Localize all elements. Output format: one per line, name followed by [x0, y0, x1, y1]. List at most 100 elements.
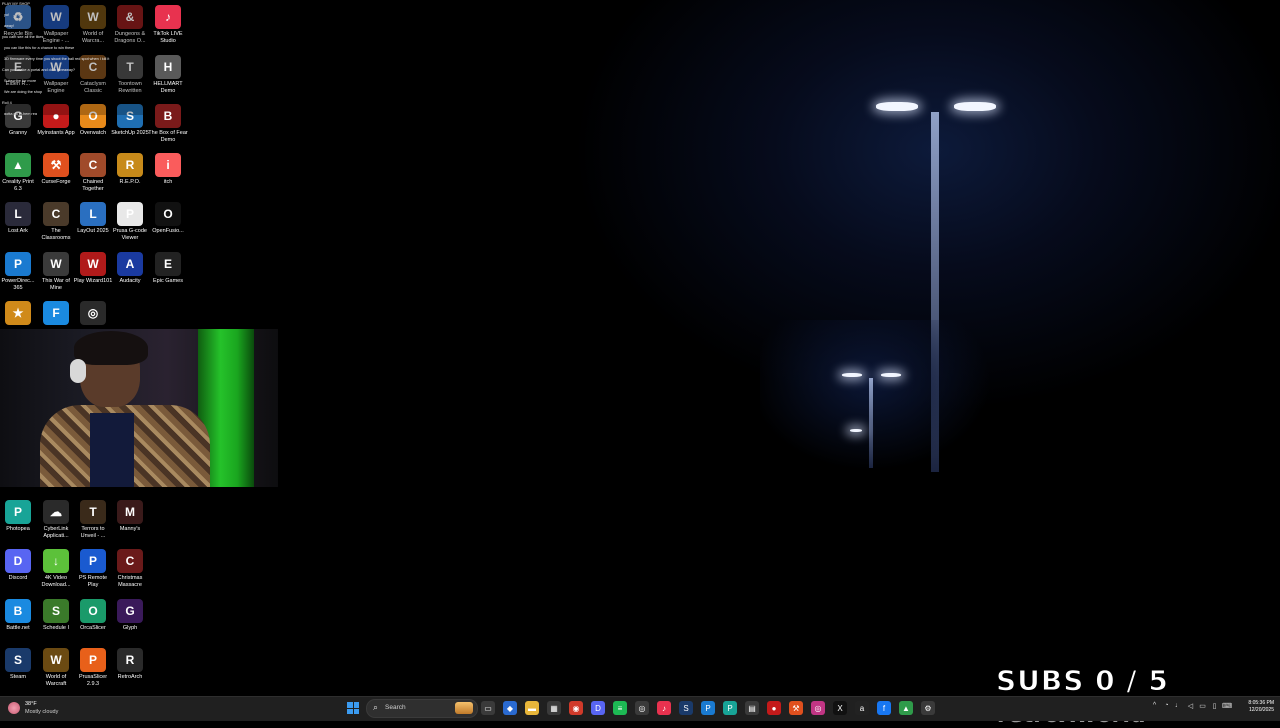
desktop-icon-label: Overwatch — [79, 130, 107, 136]
instagram-icon[interactable]: ◎ — [811, 701, 825, 715]
desktop-icon[interactable]: B The Box of Fear Demo — [148, 104, 188, 150]
desktop-icon[interactable]: L LayOut 2025 — [73, 202, 113, 248]
notepad-icon[interactable]: ▤ — [745, 701, 759, 715]
desktop-icon[interactable]: R R.E.P.O. — [110, 153, 150, 199]
desktop-icon[interactable]: P PS Remote Play — [73, 549, 113, 595]
start-button[interactable] — [347, 702, 359, 714]
epic-games-icon: E — [155, 252, 181, 276]
search-icon: ⌕ — [373, 702, 379, 712]
desktop-icon-label: Terrors to Unveil - ... — [80, 526, 106, 539]
clock-time: 8:05:36 PM — [1248, 700, 1274, 706]
desktop-icon[interactable]: H HELLMART Demo — [148, 55, 188, 101]
chat-message: We are doing the shop — [4, 90, 43, 94]
powerdirector-icon: P — [5, 252, 31, 276]
world-of-warcraft-icon: W — [43, 648, 69, 672]
chevron-up-icon[interactable]: ^ — [1150, 702, 1159, 712]
microsoft-store-icon[interactable]: ▦ — [547, 701, 561, 715]
desktop-icon[interactable]: E Epic Games — [148, 252, 188, 298]
discord-icon: D — [5, 549, 31, 573]
desktop-icon[interactable]: C Christmas Massacre — [110, 549, 150, 595]
creality-print-icon[interactable]: ▲ — [899, 701, 913, 715]
language-icon[interactable]: ⌨ — [1222, 702, 1232, 712]
myinstants-icon[interactable]: ● — [767, 701, 781, 715]
microphone-icon[interactable]: ♩ — [1174, 702, 1183, 712]
desktop-icon-label: OrcaSlicer — [80, 625, 106, 631]
clock[interactable]: 8:05:36 PM 12/20/2025 — [1236, 700, 1274, 714]
game-icon: ★ — [5, 301, 31, 325]
desktop-icon[interactable]: W Play Wizard101 — [73, 252, 113, 298]
task-view-icon[interactable]: ▭ — [481, 701, 495, 715]
amazon-icon[interactable]: a — [855, 701, 869, 715]
chat-message: yo! — [4, 13, 10, 17]
desktop-icon[interactable]: C The Classrooms — [36, 202, 76, 248]
photopea-icon: P — [5, 500, 31, 524]
desktop-icon-label: Glyph — [122, 625, 138, 631]
desktop-icon-label: Manny's — [119, 526, 141, 532]
battery-icon[interactable]: ▯ — [1210, 702, 1219, 712]
desktop-icon[interactable]: ↓ 4K Video Download... — [36, 549, 76, 595]
desktop-icon[interactable]: ▲ Creality Print 6.3 — [0, 153, 38, 199]
tiktok-icon[interactable]: ♪ — [657, 701, 671, 715]
network-icon[interactable]: ◔ — [1162, 702, 1171, 712]
desktop-icon[interactable]: S Schedule I — [36, 599, 76, 645]
desktop-icon[interactable]: G Glyph — [110, 599, 150, 645]
tiktok-live-icon: ♪ — [155, 5, 181, 29]
volume-icon[interactable]: ◁ — [1186, 702, 1195, 712]
desktop-icon[interactable]: i itch — [148, 153, 188, 199]
desktop-icon[interactable]: P PrusaSlicer 2.9.3 — [73, 648, 113, 694]
desktop-icon[interactable]: A Audacity — [110, 252, 150, 298]
taskbar-search[interactable]: ⌕ Search — [366, 699, 478, 718]
curseforge-icon: ⚒ — [43, 153, 69, 177]
lost-ark-icon: L — [5, 202, 31, 226]
desktop-icon[interactable]: T Terrors to Unveil - ... — [73, 500, 113, 546]
schedule-i-icon: S — [43, 599, 69, 623]
desktop-icon[interactable]: W This War of Mine — [36, 252, 76, 298]
desktop-icon[interactable]: O OrcaSlicer — [73, 599, 113, 645]
orcaslicer-icon: O — [80, 599, 106, 623]
desktop-icon[interactable]: P Prusa G-code Viewer — [110, 202, 150, 248]
spotify-icon[interactable]: ≡ — [613, 701, 627, 715]
file-explorer-icon[interactable]: ▬ — [525, 701, 539, 715]
desktop-icon-label: OpenFusio... — [152, 228, 184, 234]
ps-remote-play-icon: P — [80, 549, 106, 573]
facebook-icon[interactable]: f — [877, 701, 891, 715]
curseforge-icon[interactable]: ⚒ — [789, 701, 803, 715]
desktop-icon[interactable]: M Manny's — [110, 500, 150, 546]
mannys-icon: M — [117, 500, 143, 524]
taskbar: 38°F Mostly cloudy ⌕ Search ▭ ◆ ▬ ▦ ◉ D ≡ ◎ ♪ S P P… — [0, 696, 1280, 721]
powerdirector-icon[interactable]: P — [701, 701, 715, 715]
desktop-icon[interactable]: W World of Warcraft — [36, 648, 76, 694]
chat-message: Can you make a portal and do a giveaway? — [2, 68, 76, 72]
x-icon[interactable]: X — [833, 701, 847, 715]
terrors-to-unveil-icon: T — [80, 500, 106, 524]
photopea-icon[interactable]: P — [723, 701, 737, 715]
desktop-icon[interactable]: B Battle.net — [0, 599, 38, 645]
copilot-icon[interactable]: ◆ — [503, 701, 517, 715]
desktop-icon[interactable]: ⚒ CurseForge — [36, 153, 76, 199]
desktop-icon[interactable]: R RetroArch — [110, 648, 150, 694]
display-icon[interactable]: ▭ — [1198, 702, 1207, 712]
desktop-icon[interactable]: ☁ CyberLink Applicati... — [36, 500, 76, 546]
chrome-icon[interactable]: ◉ — [569, 701, 583, 715]
desktop-icon-label: PrusaSlicer 2.9.3 — [78, 674, 108, 687]
desktop-icon[interactable]: D Discord — [0, 549, 38, 595]
settings-icon[interactable]: ⚙ — [921, 701, 935, 715]
desktop-icon[interactable]: S Steam — [0, 648, 38, 694]
desktop-icon[interactable]: O OpenFusio... — [148, 202, 188, 248]
cyberlink-icon: ☁ — [43, 500, 69, 524]
discord-icon[interactable]: D — [591, 701, 605, 715]
audacity-icon: A — [117, 252, 143, 276]
desktop-icon[interactable]: ♪ TikTok LIVE Studio — [148, 5, 188, 51]
weather-widget[interactable]: 38°F Mostly cloudy — [8, 700, 88, 718]
desktop-icon[interactable]: C Chained Together — [73, 153, 113, 199]
desktop-icon[interactable]: P PowerDirec... 365 — [0, 252, 38, 298]
steam-icon[interactable]: S — [679, 701, 693, 715]
desktop-icon[interactable]: L Lost Ark — [0, 202, 38, 248]
chat-message: Roll 4 — [2, 101, 12, 105]
obs-icon[interactable]: ◎ — [635, 701, 649, 715]
stream-chat-overlay: PLAY MY SHOP yo! away! you cant see all the… — [0, 0, 150, 115]
desktop-icon[interactable]: P Photopea — [0, 500, 38, 546]
streetlamp-light — [876, 102, 918, 111]
desktop-icon-label: LayOut 2025 — [77, 228, 109, 234]
desktop-icon-label: Audacity — [119, 278, 141, 284]
